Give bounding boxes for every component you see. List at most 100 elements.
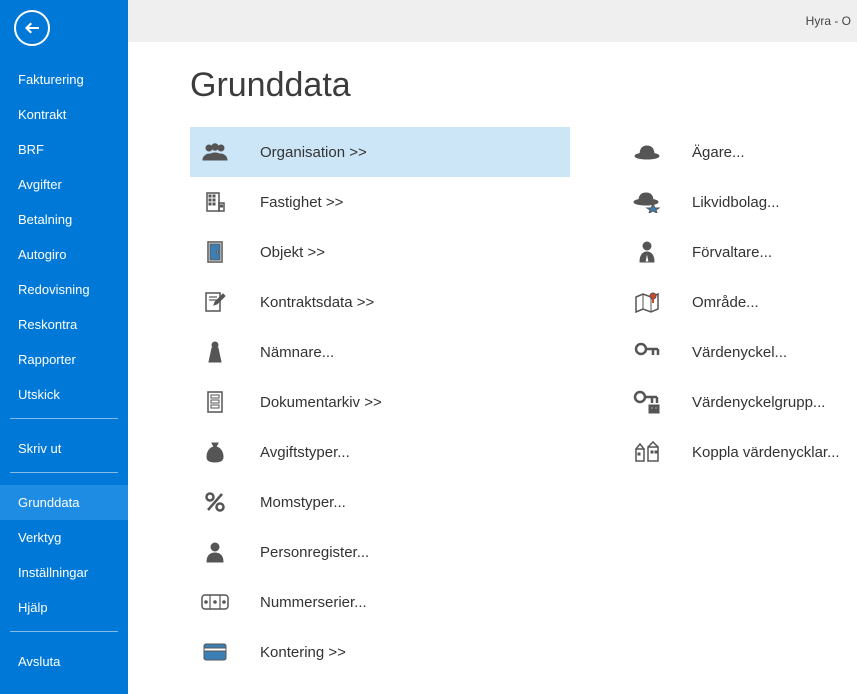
nav-label: Avsluta — [18, 654, 60, 669]
key-property-icon — [632, 437, 662, 467]
nav-autogiro[interactable]: Autogiro — [0, 237, 128, 272]
nav-label: Betalning — [18, 212, 72, 227]
item-agare[interactable]: Ägare... — [622, 127, 857, 177]
nav-label: Reskontra — [18, 317, 77, 332]
group-icon — [200, 137, 230, 167]
nav-label: Utskick — [18, 387, 60, 402]
contract-icon — [200, 287, 230, 317]
nav-verktyg[interactable]: Verktyg — [0, 520, 128, 555]
nav-reskontra[interactable]: Reskontra — [0, 307, 128, 342]
column-right: Ägare... Likvidbolag... — [622, 127, 857, 677]
item-nummerserier[interactable]: Nummerserier... — [190, 577, 570, 627]
percent-icon — [200, 487, 230, 517]
item-label: Objekt >> — [260, 244, 325, 261]
sidebar-group-exit: Avsluta — [0, 632, 128, 679]
item-label: Värdenyckelgrupp... — [692, 394, 825, 411]
nav-label: Redovisning — [18, 282, 90, 297]
archive-icon — [200, 387, 230, 417]
item-objekt[interactable]: Objekt >> — [190, 227, 570, 277]
item-label: Avgiftstyper... — [260, 444, 350, 461]
item-omrade[interactable]: Område... — [622, 277, 857, 327]
nav-label: Grunddata — [18, 495, 79, 510]
nav-redovisning[interactable]: Redovisning — [0, 272, 128, 307]
nav-label: Autogiro — [18, 247, 66, 262]
nav-avsluta[interactable]: Avsluta — [0, 644, 128, 679]
item-label: Organisation >> — [260, 144, 367, 161]
item-vardenyckelgrupp[interactable]: Värdenyckelgrupp... — [622, 377, 857, 427]
item-label: Nämnare... — [260, 344, 334, 361]
nav-label: Inställningar — [18, 565, 88, 580]
building-icon — [200, 187, 230, 217]
card-icon — [200, 637, 230, 667]
map-icon — [632, 287, 662, 317]
nav-label: Fakturering — [18, 72, 84, 87]
hat-icon — [632, 137, 662, 167]
item-label: Förvaltare... — [692, 244, 772, 261]
nav-skriv-ut[interactable]: Skriv ut — [0, 431, 128, 466]
item-label: Område... — [692, 294, 759, 311]
nav-betalning[interactable]: Betalning — [0, 202, 128, 237]
page-title: Grunddata — [190, 66, 857, 105]
key-group-icon — [632, 387, 662, 417]
item-momstyper[interactable]: Momstyper... — [190, 477, 570, 527]
item-label: Likvidbolag... — [692, 194, 780, 211]
item-label: Personregister... — [260, 544, 369, 561]
item-label: Ägare... — [692, 144, 745, 161]
item-kontering[interactable]: Kontering >> — [190, 627, 570, 677]
item-namnare[interactable]: Nämnare... — [190, 327, 570, 377]
back-button[interactable] — [14, 10, 50, 46]
nav-fakturering[interactable]: Fakturering — [0, 62, 128, 97]
sidebar-group-system: Grunddata Verktyg Inställningar Hjälp — [0, 473, 128, 625]
key-icon — [632, 337, 662, 367]
nav-label: Hjälp — [18, 600, 48, 615]
item-likvidbolag[interactable]: Likvidbolag... — [622, 177, 857, 227]
nav-label: Skriv ut — [18, 441, 61, 456]
item-label: Kontraktsdata >> — [260, 294, 374, 311]
item-personregister[interactable]: Personregister... — [190, 527, 570, 577]
nav-label: Verktyg — [18, 530, 61, 545]
item-kontraktsdata[interactable]: Kontraktsdata >> — [190, 277, 570, 327]
hat-star-icon — [632, 187, 662, 217]
item-fastighet[interactable]: Fastighet >> — [190, 177, 570, 227]
sidebar-group-print: Skriv ut — [0, 419, 128, 466]
item-label: Kontering >> — [260, 644, 346, 661]
item-label: Värdenyckel... — [692, 344, 787, 361]
nav-avgifter[interactable]: Avgifter — [0, 167, 128, 202]
item-vardenyckel[interactable]: Värdenyckel... — [622, 327, 857, 377]
person-icon — [200, 537, 230, 567]
item-koppla-vardenycklar[interactable]: Koppla värdenycklar... — [622, 427, 857, 477]
nav-hjalp[interactable]: Hjälp — [0, 590, 128, 625]
nav-grunddata[interactable]: Grunddata — [0, 485, 128, 520]
item-dokumentarkiv[interactable]: Dokumentarkiv >> — [190, 377, 570, 427]
door-icon — [200, 237, 230, 267]
nav-rapporter[interactable]: Rapporter — [0, 342, 128, 377]
weight-icon — [200, 337, 230, 367]
item-label: Nummerserier... — [260, 594, 367, 611]
app-frame: Fakturering Kontrakt BRF Avgifter Betaln… — [0, 0, 857, 694]
back-arrow-icon — [24, 20, 40, 36]
nav-label: Rapporter — [18, 352, 76, 367]
grunddata-grid: Organisation >> Fastighet >> — [190, 127, 857, 677]
nav-utskick[interactable]: Utskick — [0, 377, 128, 412]
moneybag-icon: € — [200, 437, 230, 467]
nav-label: Avgifter — [18, 177, 62, 192]
svg-text:€: € — [212, 450, 217, 460]
sidebar-group-primary: Fakturering Kontrakt BRF Avgifter Betaln… — [0, 50, 128, 412]
manager-icon — [632, 237, 662, 267]
column-left: Organisation >> Fastighet >> — [190, 127, 570, 677]
item-avgiftstyper[interactable]: € Avgiftstyper... — [190, 427, 570, 477]
item-label: Koppla värdenycklar... — [692, 444, 840, 461]
nav-brf[interactable]: BRF — [0, 132, 128, 167]
main-content: Grunddata Organisation >> — [128, 42, 857, 694]
item-forvaltare[interactable]: Förvaltare... — [622, 227, 857, 277]
window-title: Hyra - O — [806, 14, 851, 28]
sidebar: Fakturering Kontrakt BRF Avgifter Betaln… — [0, 0, 128, 694]
topbar: Hyra - O — [128, 0, 857, 42]
nav-kontrakt[interactable]: Kontrakt — [0, 97, 128, 132]
item-organisation[interactable]: Organisation >> — [190, 127, 570, 177]
item-label: Dokumentarkiv >> — [260, 394, 382, 411]
nav-installningar[interactable]: Inställningar — [0, 555, 128, 590]
item-label: Fastighet >> — [260, 194, 343, 211]
nav-label: BRF — [18, 142, 44, 157]
item-label: Momstyper... — [260, 494, 346, 511]
